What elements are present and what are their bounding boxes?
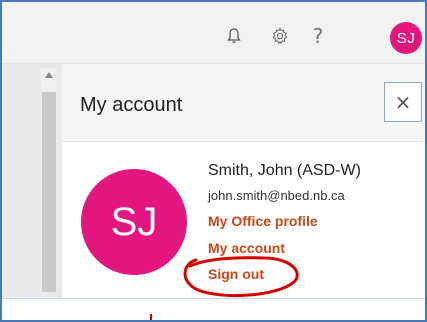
gear-icon[interactable]	[266, 22, 294, 50]
user-email: john.smith@nbed.nb.ca	[208, 188, 345, 203]
panel-title: My account	[80, 94, 183, 116]
close-button[interactable]: ×	[384, 82, 422, 122]
red-mark	[150, 314, 152, 320]
app-window: ? SJ My account × SJ Smith, John (ASD-W)…	[0, 0, 427, 322]
scrollbar-thumb[interactable]	[42, 92, 56, 292]
user-avatar: SJ	[81, 169, 187, 275]
top-toolbar: ? SJ	[2, 2, 425, 64]
panel-header: My account ×	[62, 64, 425, 142]
bottom-bar	[2, 298, 425, 320]
user-name: Smith, John (ASD-W)	[208, 162, 361, 179]
help-icon[interactable]: ?	[304, 22, 332, 50]
sign-out-link[interactable]: Sign out	[208, 266, 264, 282]
scroll-up-arrow-icon[interactable]	[42, 72, 56, 82]
close-icon: ×	[394, 90, 412, 114]
my-account-link[interactable]: My account	[208, 240, 285, 256]
bell-icon[interactable]	[220, 22, 248, 50]
office-profile-link[interactable]: My Office profile	[208, 213, 318, 229]
account-avatar-button[interactable]: SJ	[390, 22, 422, 54]
account-panel: My account × SJ Smith, John (ASD-W) john…	[62, 64, 425, 300]
